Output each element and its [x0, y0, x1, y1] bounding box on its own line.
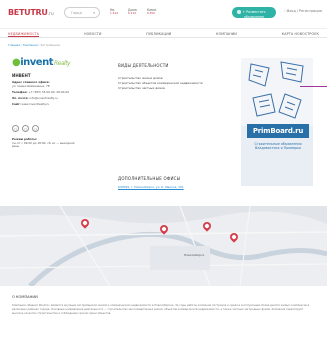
vk-icon[interactable]: ○: [12, 125, 19, 132]
site-header: BETUTRU.ru Город ▾ Кв. 1 612 Дома 6 210 …: [0, 0, 327, 26]
social-links: ○ ○ ○: [12, 125, 39, 132]
map-canvas: [0, 206, 327, 286]
ok-icon[interactable]: ○: [22, 125, 29, 132]
about-text: Компания «Инвент Риэлти» является крупны…: [12, 304, 310, 315]
office-address: 630099, г. Новосибирск, ул. К. Маркса, 1…: [118, 185, 184, 190]
stat-apartments[interactable]: Кв. 1 612: [110, 8, 118, 16]
nav-item-realty[interactable]: Недвижимость: [8, 32, 40, 37]
nav-item-companies[interactable]: Компании: [216, 32, 237, 37]
office-address-link[interactable]: 630099, г. Новосибирск, ул. К. Маркса, 1…: [118, 185, 184, 189]
nav-item-newbuildings-map[interactable]: Карта новостроек: [282, 32, 319, 37]
about-title: О компании: [12, 295, 38, 299]
site-logo[interactable]: BETUTRU.ru: [8, 8, 54, 18]
listing-stats: Кв. 1 612 Дома 6 210 Комм. 9 450: [110, 8, 157, 16]
activities-list: Строительство жилых домов Строительство …: [118, 76, 203, 92]
list-item: Строительство частных домов: [118, 85, 165, 90]
working-hours: Режим работы: пн–пт с 09:00 до 18:00, сб…: [12, 137, 75, 149]
ad-banner[interactable]: PrimBoard.ru Строительные объявления Вла…: [241, 58, 313, 186]
fb-icon[interactable]: ○: [32, 125, 39, 132]
breadcrumb: Главная / Компании / Застройщики: [8, 43, 61, 47]
ad-illustration: [241, 58, 313, 126]
divider: [300, 86, 327, 88]
login-link[interactable]: Вход / Регистрация: [284, 9, 322, 13]
stat-commercial[interactable]: Комм. 9 450: [147, 8, 157, 16]
breadcrumb-companies[interactable]: Компании: [23, 43, 38, 47]
stat-houses[interactable]: Дома 6 210: [128, 8, 137, 16]
nav-item-publications[interactable]: Публикации: [146, 32, 171, 37]
breadcrumb-home[interactable]: Главная: [8, 43, 20, 47]
nav-item-news[interactable]: Новости: [84, 32, 102, 37]
add-listing-button[interactable]: + Разместить объявление: [232, 7, 276, 19]
offices-title: Дополнительные офисы: [118, 176, 181, 181]
company-contacts: Адрес главного офиса: ул. Семьи Шамшиных,…: [12, 80, 97, 110]
company-logo: ●inventRealty: [12, 57, 71, 68]
contact-address: Адрес главного офиса: ул. Семьи Шамшиных,…: [12, 80, 50, 88]
activities-title: Виды деятельности: [118, 63, 169, 68]
ad-text: Строительные объявления Владивостока и П…: [254, 142, 302, 151]
main-nav: Недвижимость Новости Публикации Компании…: [0, 28, 327, 38]
ad-brand: PrimBoard.ru: [247, 124, 309, 138]
map-city-label: Новосибирск: [184, 253, 205, 257]
contact-email[interactable]: Эл. почта: info@inventrealty.ru: [12, 96, 97, 101]
city-selector[interactable]: Город ▾: [64, 7, 100, 18]
chevron-down-icon: ▾: [93, 11, 95, 15]
contact-website[interactable]: Сайт: www.inventrealty.ru: [12, 102, 97, 107]
offices-map[interactable]: [0, 206, 327, 286]
company-name: ИНВЕНТ: [12, 73, 31, 78]
contact-phone[interactable]: Телефон: +7 (383) 35-00-00, 28-00-00: [12, 90, 97, 95]
city-selector-label: Город: [71, 11, 82, 16]
breadcrumb-current: Застройщики: [40, 43, 61, 47]
